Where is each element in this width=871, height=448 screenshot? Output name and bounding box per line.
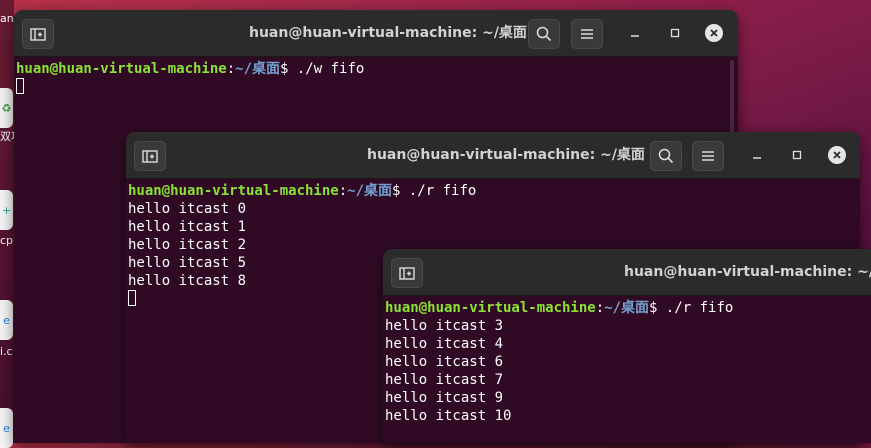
- minimize-button[interactable]: [748, 146, 766, 164]
- minimize-icon: [753, 157, 761, 159]
- prompt-user: huan@huan-virtual-machine: [128, 183, 339, 199]
- output-line: hello itcast 8: [128, 273, 247, 289]
- search-icon: [658, 148, 674, 164]
- new-tab-button[interactable]: [22, 19, 54, 49]
- window-title: huan@huan-virtual-machine: ~/桌面: [367, 147, 645, 163]
- new-tab-button[interactable]: [134, 141, 166, 171]
- close-icon: [710, 29, 718, 37]
- titlebar[interactable]: huan@huan-virtual-machine: ~/桌面: [126, 132, 860, 179]
- prompt-path: ~/桌面: [604, 300, 650, 316]
- titlebar[interactable]: huan@huan-virtual-machine: ~/桌: [383, 249, 871, 296]
- menu-button[interactable]: [692, 141, 724, 171]
- text-cursor: [128, 290, 136, 306]
- output-line: hello itcast 3: [385, 318, 504, 334]
- dock-label: an: [0, 12, 14, 25]
- new-tab-icon: [142, 150, 158, 163]
- terminal-content[interactable]: huan@huan-virtual-machine:~/桌面$ ./w fifo: [14, 57, 738, 96]
- command-text: ./r fifo: [400, 183, 477, 199]
- prompt-path: ~/桌面: [347, 183, 393, 199]
- menu-button[interactable]: [571, 19, 603, 49]
- new-tab-icon: [399, 267, 415, 280]
- prompt-colon: :: [226, 61, 236, 77]
- prompt-user: huan@huan-virtual-machine: [16, 61, 227, 77]
- output-line: hello itcast 1: [128, 219, 247, 235]
- window-title: huan@huan-virtual-machine: ~/桌面: [249, 25, 527, 41]
- hamburger-menu-icon: [581, 29, 593, 39]
- dock-label: 双项: [0, 130, 14, 143]
- output-line: hello itcast 2: [128, 237, 247, 253]
- output-line: hello itcast 6: [385, 354, 504, 370]
- maximize-icon: [792, 150, 802, 160]
- output-line: hello itcast 7: [385, 372, 504, 388]
- dock-label: cp: [0, 234, 14, 247]
- close-button[interactable]: [828, 146, 846, 164]
- prompt-path: ~/桌面: [235, 61, 281, 77]
- terminal-content[interactable]: huan@huan-virtual-machine:~/桌面$ ./r fifo…: [383, 296, 871, 425]
- browser-app-icon[interactable]: e: [0, 300, 13, 340]
- maximize-icon: [670, 28, 680, 38]
- output-line: hello itcast 4: [385, 336, 504, 352]
- titlebar[interactable]: huan@huan-virtual-machine: ~/桌面: [14, 10, 738, 57]
- output-line: hello itcast 5: [128, 255, 247, 271]
- maximize-button[interactable]: [666, 24, 684, 42]
- new-tab-icon: [30, 28, 46, 41]
- text-cursor: [16, 78, 24, 94]
- command-text: ./r fifo: [657, 300, 734, 316]
- search-button[interactable]: [650, 141, 682, 171]
- browser-app-icon[interactable]: e: [0, 408, 13, 448]
- output-line: hello itcast 0: [128, 201, 247, 217]
- recycle-app-icon[interactable]: ♻: [0, 88, 13, 128]
- maximize-button[interactable]: [788, 146, 806, 164]
- search-icon: [536, 26, 552, 42]
- output-line: hello itcast 9: [385, 390, 504, 406]
- dock-label: i.c: [0, 345, 13, 358]
- prompt-user: huan@huan-virtual-machine: [385, 300, 596, 316]
- command-text: ./w fifo: [288, 61, 365, 77]
- output-line: hello itcast 10: [385, 408, 512, 424]
- terminal-window-reader-2[interactable]: huan@huan-virtual-machine: ~/桌 huan@huan…: [383, 249, 871, 443]
- hamburger-menu-icon: [702, 151, 714, 161]
- dock: an ♻ 双项 + cp e i.c e: [0, 0, 14, 448]
- close-button[interactable]: [705, 24, 723, 42]
- prompt-colon: :: [338, 183, 348, 199]
- window-title: huan@huan-virtual-machine: ~/桌: [624, 264, 871, 280]
- minimize-button[interactable]: [626, 24, 644, 42]
- new-tab-button[interactable]: [391, 258, 423, 288]
- search-button[interactable]: [528, 19, 560, 49]
- app-icon[interactable]: +: [0, 190, 13, 230]
- minimize-icon: [631, 35, 639, 37]
- prompt-colon: :: [595, 300, 605, 316]
- close-icon: [833, 151, 841, 159]
